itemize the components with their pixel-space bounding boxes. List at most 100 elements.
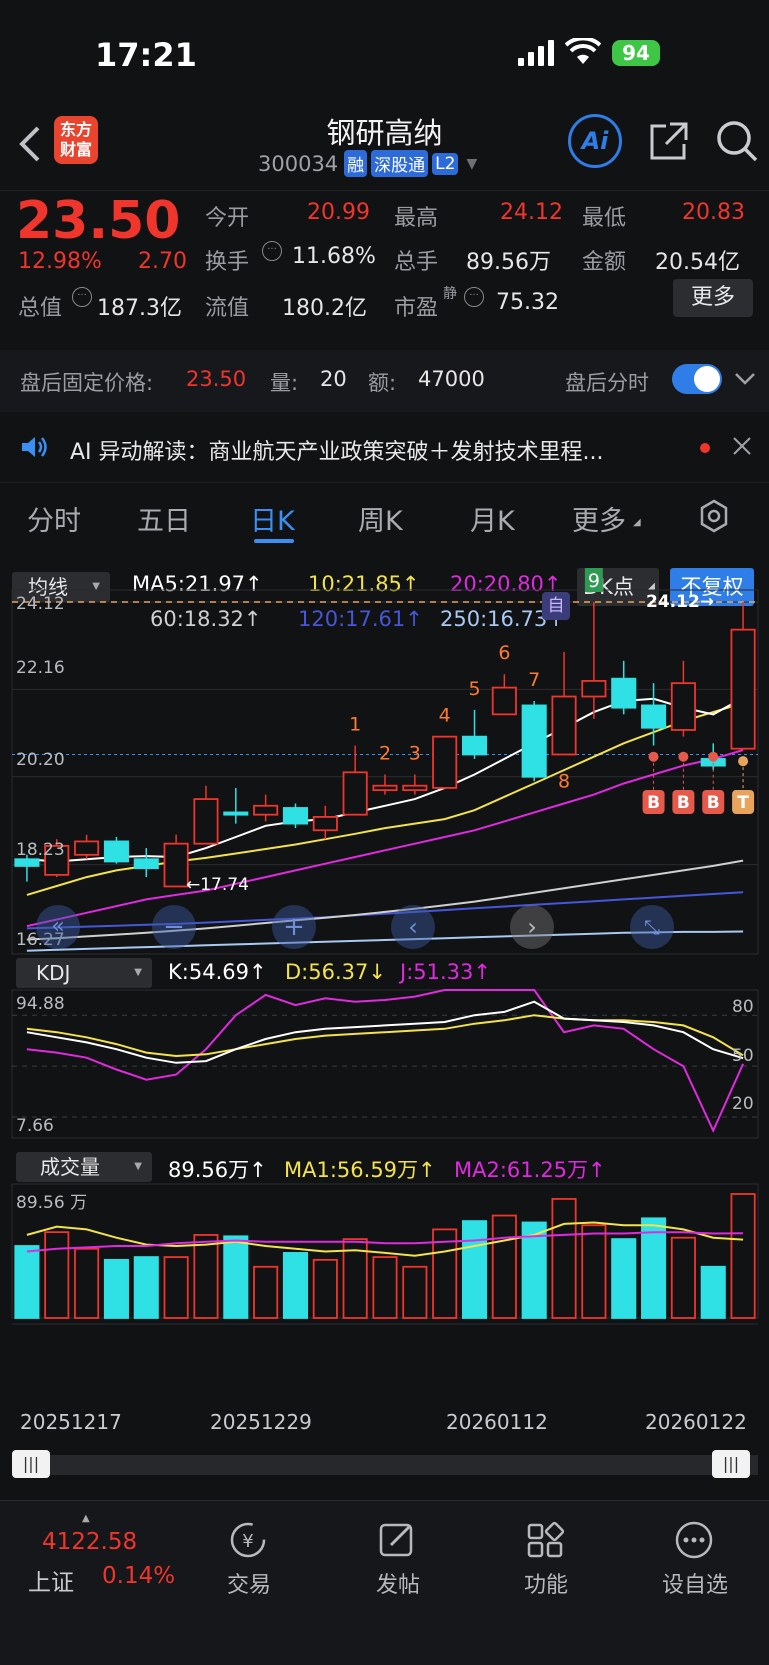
down-volume-bar (611, 1238, 637, 1319)
pe-label: 市盈 (394, 296, 439, 321)
signal-label: B (647, 793, 660, 813)
tab-monthly-k[interactable]: 月K (470, 499, 515, 538)
sequence-marker: 9 (588, 570, 600, 592)
up-volume-bar (372, 1256, 398, 1319)
turnover-label: 换手 (205, 250, 250, 275)
svg-text:¥: ¥ (242, 1531, 253, 1552)
info-icon[interactable]: ··· (464, 287, 484, 307)
speaker-icon (20, 434, 50, 464)
up-candle (432, 735, 458, 789)
stock-code: 300034 (258, 151, 339, 176)
afterhours-qty: 20 (320, 367, 347, 391)
down-candle (133, 858, 159, 870)
index-value[interactable]: 4122.58 (42, 1529, 137, 1555)
up-volume-bar (730, 1193, 756, 1319)
sequence-marker: 2 (379, 743, 391, 765)
range-slider-track[interactable] (12, 1455, 758, 1475)
range-right-handle[interactable]: ||| (712, 1450, 750, 1478)
float-label: 流值 (205, 296, 250, 321)
info-icon[interactable]: ··· (262, 241, 282, 261)
zoom-out-button[interactable]: − (152, 905, 196, 949)
close-icon[interactable] (730, 434, 754, 462)
volume-selector[interactable]: 成交量 ▼ (16, 1152, 152, 1182)
edit-icon (379, 1523, 413, 1557)
turnover-value: 11.68% (292, 244, 376, 269)
nav-add-watchlist[interactable]: 设自选 (640, 1519, 750, 1599)
afterhours-toggle[interactable] (672, 364, 722, 394)
up-volume-bar (163, 1256, 189, 1319)
chevron-down-icon[interactable]: ▼ (466, 156, 477, 172)
volume-selector-label: 成交量 (40, 1155, 100, 1179)
up-candle (730, 628, 756, 750)
afterhours-bar: 盘后固定价格: 23.50 量: 20 额: 47000 盘后分时 (0, 350, 769, 412)
nav-post[interactable]: 发帖 (343, 1519, 453, 1599)
tab-more[interactable]: 更多 (572, 499, 626, 538)
volume-axis-top: 89.56 万 (16, 1193, 88, 1213)
chevron-down-icon[interactable] (732, 366, 758, 396)
status-bar: 17:21 94 (0, 0, 769, 110)
info-icon[interactable]: ··· (72, 287, 92, 307)
search-icon[interactable] (714, 118, 760, 168)
tab-intraday[interactable]: 分时 (27, 499, 81, 538)
caret-up-icon[interactable]: ▲ (82, 1513, 90, 1524)
nav-functions-label: 功能 (523, 1573, 568, 1598)
kdj-selector[interactable]: KDJ ▼ (16, 958, 152, 988)
fullscreen-button[interactable]: ⤡ (630, 905, 674, 949)
tab-five-day[interactable]: 五日 (137, 499, 191, 538)
up-volume-bar (670, 1236, 696, 1319)
sequence-marker: 7 (528, 669, 540, 691)
min-marker: ←17.74 (186, 875, 249, 895)
down-candle (461, 735, 488, 756)
signal-label: B (707, 793, 720, 813)
more-button[interactable]: 更多 (673, 279, 753, 317)
up-candle (372, 784, 398, 792)
quote-panel: 23.50 12.98% 2.70 今开 20.99 最高 24.12 最低 2… (0, 190, 769, 350)
amount-label: 金额 (582, 250, 627, 275)
grid-icon (527, 1521, 565, 1558)
up-candle (74, 840, 100, 856)
up-candle (193, 798, 219, 845)
share-icon[interactable] (648, 120, 690, 166)
range-left-handle[interactable]: ||| (12, 1450, 50, 1478)
kdj-d-value: D:56.37↓ (285, 960, 386, 984)
tag-connect: 深股通 (371, 150, 429, 177)
low-value: 20.83 (682, 200, 745, 225)
scroll-left-button[interactable]: ‹ (391, 905, 435, 949)
grid-lines (11, 589, 759, 955)
nav-trade[interactable]: ¥ 交易 (194, 1519, 304, 1599)
down-volume-bar (700, 1265, 726, 1319)
tab-daily-k[interactable]: 日K (250, 499, 295, 538)
kline-chart-area[interactable]: 均线 ▼ MA5:21.97↑ 10:21.85↑ 20:20.80↑ 60:18… (0, 550, 769, 1480)
afterhours-qty-label: 量: (270, 371, 299, 395)
battery-level: 94 (622, 41, 650, 65)
main-panel-border (11, 589, 759, 955)
scroll-left-fast-button[interactable]: « (36, 905, 80, 949)
up-volume-bar (402, 1265, 428, 1319)
tab-weekly-k[interactable]: 周K (358, 499, 403, 538)
tag-margin: 融 (344, 150, 368, 177)
mktcap-value: 187.3亿 (97, 296, 182, 321)
scroll-right-button[interactable]: › (510, 905, 554, 949)
date-label-4: 20260122 (645, 1410, 747, 1434)
up-volume-bar (253, 1265, 279, 1319)
down-volume-bar (223, 1235, 249, 1319)
ai-button[interactable]: Ai (568, 114, 622, 168)
kdj-lines (11, 989, 759, 1139)
down-volume-bar (103, 1258, 129, 1319)
axis-low: 20.20 (16, 750, 65, 770)
axis-mid: 22.16 (16, 658, 65, 678)
ai-news-bar[interactable]: AI 异动解读：商业航天产业政策突破＋发射技术里程... (0, 412, 769, 482)
nav-functions[interactable]: 功能 (491, 1519, 601, 1599)
max-marker: 24.12→ (646, 592, 715, 612)
status-time: 17:21 (95, 36, 197, 74)
date-label-2: 20251229 (210, 1410, 312, 1434)
up-candle (163, 842, 189, 888)
sequence-marker: 1 (349, 714, 361, 736)
nav-trade-label: 交易 (226, 1573, 271, 1598)
kdj-level-80: 80 (732, 997, 754, 1017)
zoom-in-button[interactable]: + (272, 905, 316, 949)
chart-canvas[interactable]: 12 3456789B B B T (0, 550, 769, 1480)
self-select-marker[interactable]: 自 (542, 592, 570, 620)
down-volume-bar (282, 1252, 309, 1319)
gear-icon[interactable] (697, 499, 731, 537)
